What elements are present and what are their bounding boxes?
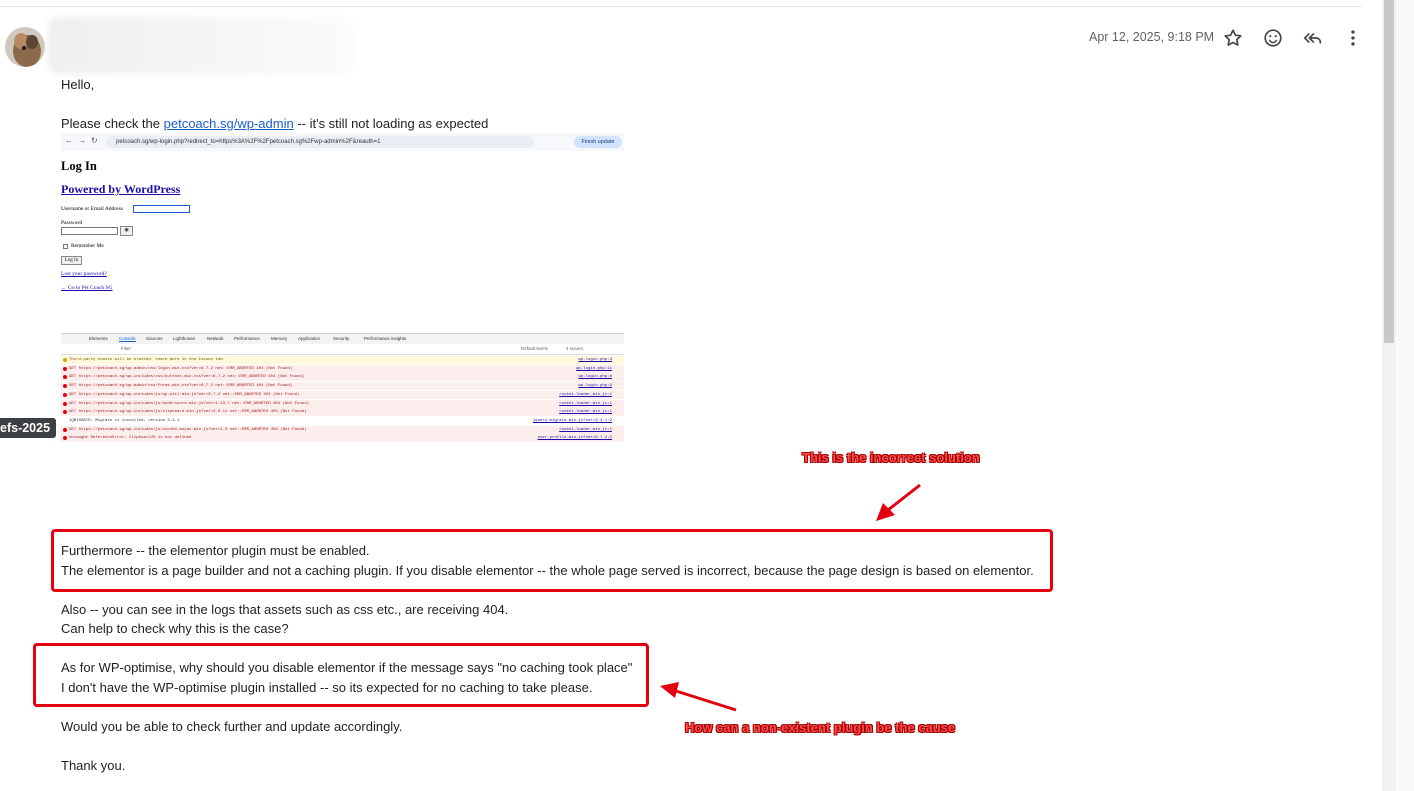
annotation-arrows [660,483,921,712]
arrow-to-box1 [876,483,921,521]
arrow-to-box2 [660,682,737,712]
